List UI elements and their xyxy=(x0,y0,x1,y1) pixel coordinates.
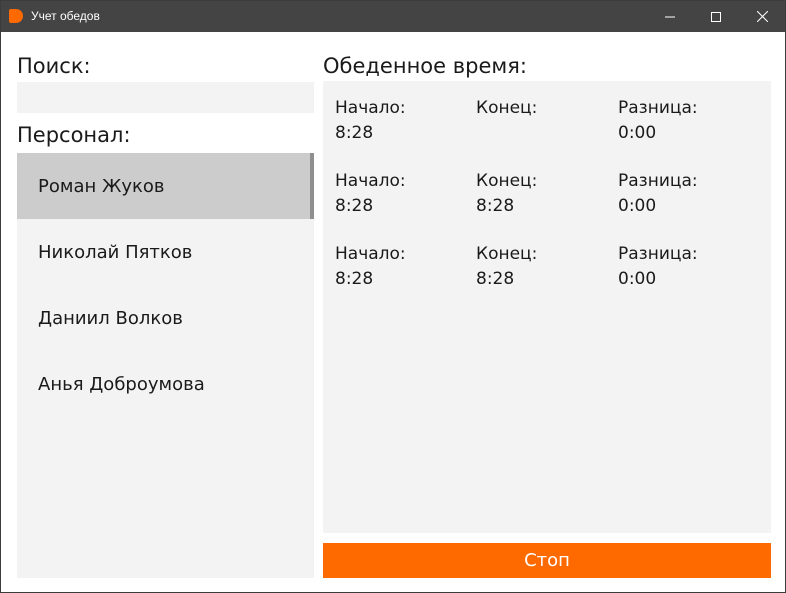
minimize-icon xyxy=(665,16,675,17)
diff-value: 0:00 xyxy=(618,269,657,289)
window-title: Учет обедов xyxy=(31,9,100,23)
app-window: Учет обедов Поиск: Персонал: Роман Жуков xyxy=(0,0,786,593)
start-label: Начало: xyxy=(335,98,406,118)
staff-item-name: Николай Пятков xyxy=(38,241,193,263)
staff-list[interactable]: Роман Жуков Николай Пятков Даниил Волков… xyxy=(17,153,314,578)
end-value: 8:28 xyxy=(476,269,515,289)
minimize-button[interactable] xyxy=(647,1,693,32)
diff-value: 0:00 xyxy=(618,123,657,143)
start-value: 8:28 xyxy=(335,196,374,216)
start-label: Начало: xyxy=(335,171,406,191)
search-input[interactable] xyxy=(17,82,314,113)
staff-item-name: Анья Доброумова xyxy=(38,373,205,395)
end-value: 8:28 xyxy=(476,196,515,216)
start-label: Начало: xyxy=(335,244,406,264)
scrollbar-thumb[interactable] xyxy=(310,153,314,219)
start-value: 8:28 xyxy=(335,269,374,289)
diff-value: 0:00 xyxy=(618,196,657,216)
lunch-time-label: Обеденное время: xyxy=(323,54,527,78)
end-label: Конец: xyxy=(476,244,538,264)
close-button[interactable] xyxy=(739,1,785,32)
title-bar[interactable]: Учет обедов xyxy=(1,1,785,32)
end-label: Конец: xyxy=(476,171,538,191)
diff-label: Разница: xyxy=(618,98,698,118)
app-logo-icon xyxy=(9,9,23,23)
start-value: 8:28 xyxy=(335,123,374,143)
lunch-records-panel: Начало: 8:28 Конец: Разница: 0:00 Начало… xyxy=(323,81,771,533)
diff-label: Разница: xyxy=(618,244,698,264)
maximize-icon xyxy=(711,11,721,22)
stop-button[interactable]: Стоп xyxy=(323,543,771,578)
staff-item[interactable]: Николай Пятков xyxy=(17,219,314,285)
staff-label: Персонал: xyxy=(17,123,131,147)
staff-item[interactable]: Даниил Волков xyxy=(17,285,314,351)
search-label: Поиск: xyxy=(17,54,91,78)
end-label: Конец: xyxy=(476,98,538,118)
staff-item-selected[interactable]: Роман Жуков xyxy=(17,153,314,219)
staff-item-name: Роман Жуков xyxy=(38,175,165,197)
diff-label: Разница: xyxy=(618,171,698,191)
close-icon xyxy=(756,11,768,22)
staff-item[interactable]: Анья Доброумова xyxy=(17,351,314,417)
maximize-button[interactable] xyxy=(693,1,739,32)
staff-item-name: Даниил Волков xyxy=(38,307,183,329)
